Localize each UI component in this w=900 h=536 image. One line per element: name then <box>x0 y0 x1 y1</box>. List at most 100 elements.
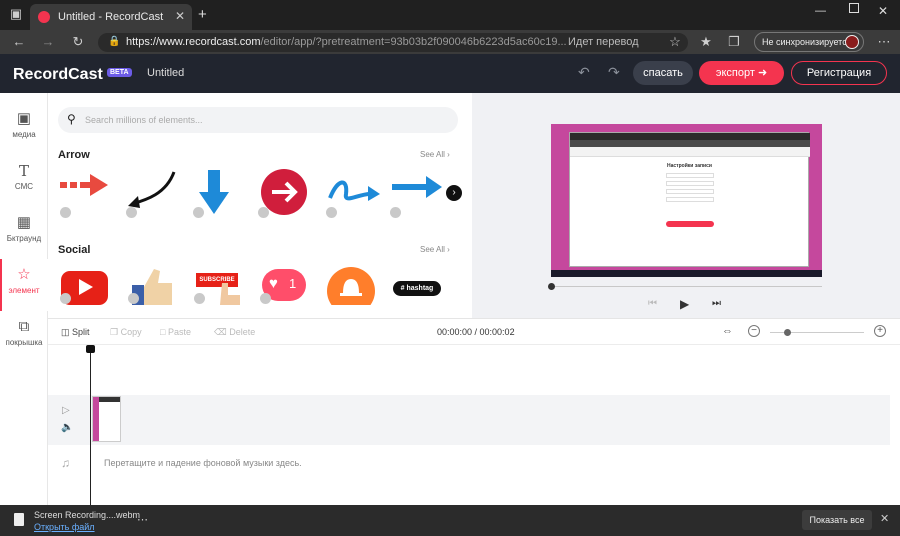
window-menu-icon[interactable]: ▣ <box>6 4 26 24</box>
playhead[interactable] <box>86 345 95 505</box>
paste-button[interactable]: □ Paste <box>160 327 191 337</box>
recorded-titlebar <box>570 133 810 140</box>
favorites-add-icon[interactable]: ☆ <box>665 30 685 54</box>
document-title[interactable]: Untitled <box>147 67 184 79</box>
close-tab-icon[interactable]: ✕ <box>175 9 185 23</box>
download-file-name[interactable]: Screen Recording....webm <box>34 510 140 520</box>
social-element-youtube[interactable] <box>60 265 120 305</box>
back-icon[interactable]: ← <box>9 30 29 54</box>
sidebar-item-text[interactable]: T СМС <box>0 155 48 207</box>
download-more-icon[interactable]: ⋯ <box>137 513 148 526</box>
video-frame: Настройки записи <box>551 124 822 277</box>
collections-icon[interactable]: ❐ <box>724 30 744 54</box>
browser-menu-icon[interactable]: ⋯ <box>874 30 894 54</box>
sync-button[interactable]: Не синхронизируется <box>754 32 864 52</box>
dashed-arrow-icon <box>60 174 108 196</box>
show-all-button[interactable]: Показать все <box>802 510 872 530</box>
redo-icon[interactable]: ↷ <box>608 64 620 81</box>
recorded-addressbar <box>570 140 810 147</box>
delete-button[interactable]: ⌫ Delete <box>214 327 255 338</box>
free-badge-icon <box>128 293 139 304</box>
search-field[interactable]: ⚲ Search millions of elements... <box>58 107 458 133</box>
tab-title: Untitled - RecordCast <box>58 11 164 23</box>
register-button[interactable]: Регистрация <box>791 61 887 85</box>
forward-icon[interactable]: → <box>38 30 58 54</box>
zoom-slider-handle[interactable] <box>784 329 791 336</box>
time-readout: 00:00:00 / 00:00:02 <box>437 327 515 337</box>
minimize-icon[interactable]: — <box>815 5 826 17</box>
playback-progress-handle[interactable] <box>548 283 555 290</box>
save-button[interactable]: спасать <box>633 61 693 85</box>
arrow-element-squiggle-blue[interactable] <box>326 168 386 218</box>
browser-tab-strip: ▣ Untitled - RecordCast ✕ + — ✕ <box>0 0 900 30</box>
see-all-arrow-link[interactable]: See All › <box>420 150 450 159</box>
play-icon[interactable]: ▶ <box>680 297 689 311</box>
sidebar-item-label: элемент <box>8 286 40 295</box>
arrow-right-icon: ➜ <box>757 67 768 79</box>
close-download-bar-icon[interactable]: ✕ <box>880 512 889 525</box>
free-badge-icon <box>390 207 401 218</box>
copy-button[interactable]: ❐ Copy <box>110 327 142 338</box>
star-icon: ☆ <box>17 266 31 283</box>
download-bar: Screen Recording....webm Открыть файл ⋯ … <box>0 505 900 536</box>
scroll-right-button[interactable]: › <box>446 185 462 201</box>
arrow-element-straight-blue[interactable] <box>390 168 450 218</box>
favorites-icon[interactable]: ★ <box>696 30 716 54</box>
undo-icon[interactable]: ↶ <box>578 64 590 81</box>
url-path: /editor/app/?pretreatment=93b03b2f090046… <box>260 36 567 48</box>
split-button[interactable]: ◫ Split <box>61 327 90 338</box>
social-element-like-notification[interactable]: ♥ 1 <box>260 265 320 305</box>
social-element-subscribe[interactable]: SUBSCRIBE <box>194 265 254 305</box>
sidebar-item-label: медиа <box>12 130 36 139</box>
zoom-slider[interactable] <box>770 329 864 336</box>
volume-icon[interactable]: 🔈 <box>61 422 73 433</box>
arrow-element-curved-black[interactable] <box>126 168 186 218</box>
trash-icon: ⌫ <box>214 327 227 337</box>
new-tab-icon[interactable]: + <box>198 6 207 23</box>
free-badge-icon <box>258 207 269 218</box>
sidebar-item-element[interactable]: ☆ элемент <box>0 259 48 311</box>
app-header: RecordCast BETA Untitled ↶ ↷ спасать экс… <box>0 54 900 93</box>
file-icon <box>14 513 24 526</box>
zoom-in-icon[interactable]: + <box>874 325 886 337</box>
sidebar-item-media[interactable]: ▣ медиа <box>0 103 48 155</box>
text-icon: T <box>18 162 29 180</box>
app-logo[interactable]: RecordCast <box>13 66 103 84</box>
hashtag-label: hashtag <box>406 285 434 292</box>
playback-progress-track[interactable] <box>548 283 822 290</box>
sidebar-item-label: СМС <box>14 182 34 191</box>
music-drop-hint[interactable]: Перетащите и падение фоновой музыки здес… <box>104 458 302 468</box>
social-element-hashtag[interactable]: # hashtag <box>393 281 441 296</box>
zoom-out-icon[interactable]: − <box>748 325 760 337</box>
export-button[interactable]: экспорт ➜ <box>699 61 784 85</box>
search-placeholder: Search millions of elements... <box>85 115 203 125</box>
arrow-element-down-blue[interactable] <box>193 168 253 218</box>
browser-tab[interactable]: Untitled - RecordCast ✕ <box>30 4 192 30</box>
timeline: ▷ 🔈 ♫ Перетащите и падение фоновой музык… <box>48 345 900 505</box>
sidebar-item-label: Бктраунд <box>6 234 42 243</box>
reload-icon[interactable]: ↻ <box>68 30 88 54</box>
playhead-handle[interactable] <box>86 345 95 353</box>
sidebar-item-background[interactable]: ▦ Бктраунд <box>0 207 48 259</box>
close-window-icon[interactable]: ✕ <box>878 4 888 18</box>
url-field[interactable]: 🔒 https://www.recordcast.com/editor/app/… <box>98 33 688 52</box>
active-indicator <box>0 259 2 311</box>
left-sidebar: ▣ медиа T СМС ▦ Бктраунд ☆ элемент ⧉ пок… <box>0 93 48 505</box>
arrow-element-circle-red[interactable] <box>258 168 318 218</box>
sidebar-item-overlay[interactable]: ⧉ покрышка <box>0 311 48 363</box>
social-element-bell[interactable] <box>326 265 386 305</box>
maximize-icon[interactable] <box>849 3 859 13</box>
fit-width-icon[interactable]: ⇔ <box>722 325 733 337</box>
social-element-thumbs-up[interactable] <box>128 265 188 305</box>
video-track-icon: ▷ <box>62 405 70 416</box>
fast-forward-icon[interactable]: ⏭ <box>712 298 721 309</box>
arrow-element-dashed[interactable] <box>60 168 120 218</box>
url-domain: https://www.recordcast.com <box>126 36 261 48</box>
free-badge-icon <box>60 207 71 218</box>
open-file-link[interactable]: Открыть файл <box>34 522 95 532</box>
video-clip[interactable] <box>92 396 121 442</box>
rewind-icon[interactable]: ⏮ <box>648 298 657 309</box>
see-all-social-link[interactable]: See All › <box>420 245 450 254</box>
recorded-taskbar <box>551 270 822 277</box>
media-icon: ▣ <box>16 110 32 127</box>
